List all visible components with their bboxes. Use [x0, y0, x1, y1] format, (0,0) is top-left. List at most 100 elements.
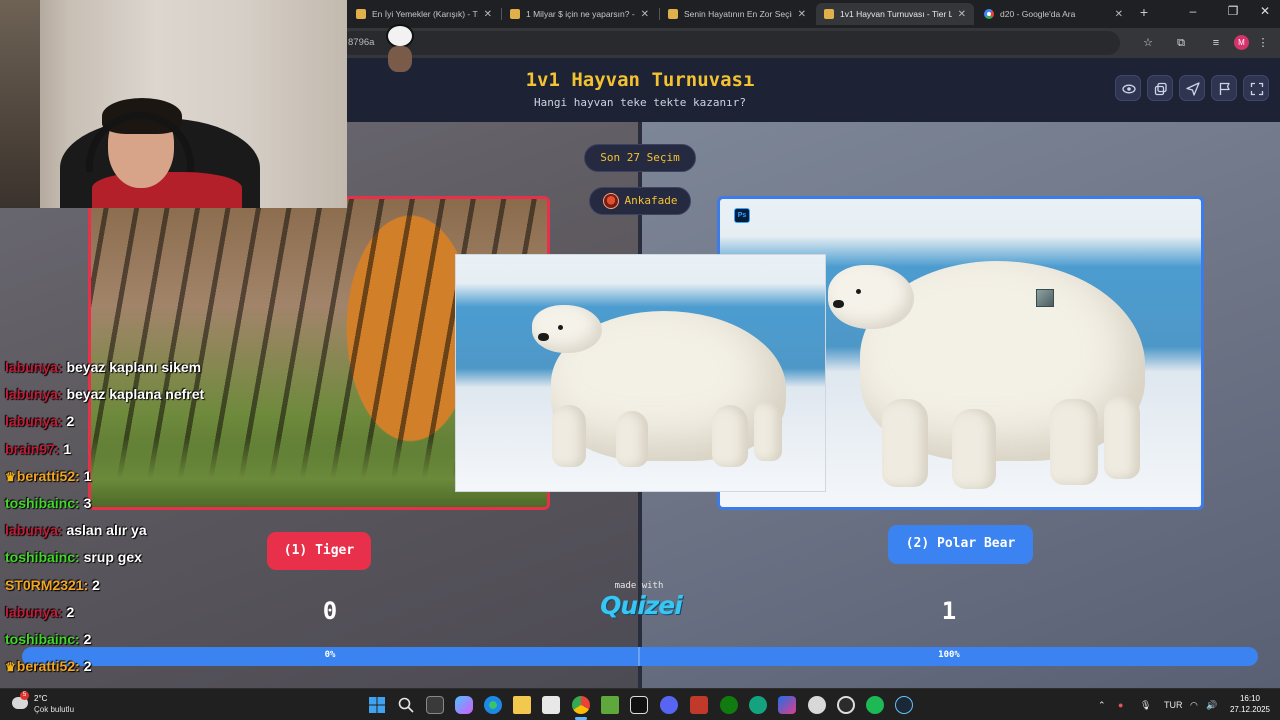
- system-clock[interactable]: 16:10 27.12.2025: [1222, 693, 1278, 715]
- view-button[interactable]: [1115, 75, 1141, 101]
- teams-icon[interactable]: [778, 696, 796, 714]
- chat-username[interactable]: toshibainc:: [5, 495, 80, 511]
- chat-username[interactable]: beratti52:: [17, 658, 80, 674]
- extensions-icon[interactable]: ⧉: [1172, 34, 1190, 52]
- copy-button[interactable]: [1147, 75, 1173, 101]
- bear-leg: [882, 399, 928, 487]
- last-choices-pill[interactable]: Son 27 Seçim: [584, 144, 696, 172]
- chat-username[interactable]: ST0RM2321:: [5, 577, 88, 593]
- chat-username[interactable]: brain97:: [5, 441, 59, 457]
- wifi-icon[interactable]: ◠: [1190, 696, 1198, 714]
- browser-tab-5[interactable]: d20 - Google'da Ara ✕: [976, 3, 1131, 25]
- spotify-icon[interactable]: [866, 696, 884, 714]
- user-pill[interactable]: Ankafade: [589, 187, 691, 215]
- bookmark-star-icon[interactable]: ☆: [1139, 34, 1157, 52]
- eye-icon: [1122, 84, 1136, 94]
- close-tab-icon[interactable]: ✕: [798, 9, 806, 20]
- close-tab-icon[interactable]: ✕: [1115, 9, 1123, 20]
- google-favicon-icon: [984, 9, 994, 19]
- tab-title: d20 - Google'da Ara: [1000, 9, 1076, 19]
- chat-text: beyaz kaplanı sikem: [66, 359, 202, 375]
- news-app-icon[interactable]: [690, 696, 708, 714]
- chat-message: brain97: 1: [5, 439, 345, 466]
- weather-widget[interactable]: 5 2°C Çok bulutlu: [12, 691, 82, 717]
- chat-username[interactable]: labunya:: [5, 359, 63, 375]
- chat-username[interactable]: labunya:: [5, 413, 63, 429]
- minecraft-icon[interactable]: [601, 696, 619, 714]
- browser-tab-active[interactable]: 1v1 Hayvan Turnuvası - Tier Lis ✕: [816, 3, 974, 25]
- bear-leg: [1104, 395, 1140, 479]
- new-tab-button[interactable]: +: [1136, 4, 1152, 20]
- browser-tab-2[interactable]: 1 Milyar $ için ne yaparsın? - Ti ✕: [502, 3, 657, 25]
- chat-text: srup gex: [83, 549, 142, 566]
- chat-username[interactable]: toshibainc:: [5, 549, 80, 565]
- chat-text: 2: [83, 658, 92, 675]
- fullscreen-icon: [1250, 82, 1264, 96]
- microphone-icon[interactable]: 🎙: [1140, 696, 1151, 714]
- volume-icon[interactable]: 🔊: [1206, 696, 1217, 714]
- tray-app-icon[interactable]: ●: [1118, 696, 1123, 714]
- fullscreen-button[interactable]: [1243, 75, 1269, 101]
- bear-eye: [856, 289, 861, 294]
- github-icon[interactable]: [808, 696, 826, 714]
- restore-window-icon[interactable]: ❐: [1218, 4, 1248, 18]
- discord-icon[interactable]: [660, 696, 678, 714]
- chat-message: toshibainc: 3: [5, 493, 345, 520]
- steam-icon[interactable]: [895, 696, 913, 714]
- profile-avatar[interactable]: M: [1234, 35, 1249, 50]
- chat-username[interactable]: labunya:: [5, 522, 63, 538]
- bear-leg: [952, 409, 996, 489]
- tab-title: En İyi Yemekler (Karışık) - Tier L: [372, 9, 478, 19]
- chat-message: ♛beratti52: 2: [5, 656, 345, 683]
- chat-username[interactable]: labunya:: [5, 386, 63, 402]
- chat-username[interactable]: labunya:: [5, 604, 63, 620]
- minimize-window-icon[interactable]: –: [1178, 4, 1208, 18]
- choose-polar-bear-button[interactable]: (2) Polar Bear: [888, 525, 1033, 564]
- progress-midline: [638, 647, 640, 666]
- close-window-icon[interactable]: ✕: [1250, 4, 1280, 18]
- tray-overflow-icon[interactable]: ⌃: [1098, 696, 1106, 714]
- report-button[interactable]: [1211, 75, 1237, 101]
- store-icon[interactable]: [542, 696, 560, 714]
- browser-tab-3[interactable]: Senin Hayatının En Zor Seçimi ✕: [660, 3, 814, 25]
- close-tab-icon[interactable]: ✕: [958, 9, 966, 20]
- chat-text: 2: [66, 603, 75, 620]
- copy-icon: [1154, 82, 1167, 96]
- tab-title: Senin Hayatının En Zor Seçimi: [684, 9, 792, 19]
- chat-text: 2: [83, 630, 92, 647]
- close-tab-icon[interactable]: ✕: [641, 9, 649, 20]
- copilot-icon[interactable]: [455, 696, 473, 714]
- chat-username[interactable]: beratti52:: [17, 468, 80, 484]
- bear-head: [532, 305, 602, 353]
- chat-text: 2: [92, 576, 100, 593]
- webcam-shirt: [92, 172, 242, 208]
- search-icon[interactable]: [397, 696, 415, 714]
- chatgpt-icon[interactable]: [749, 696, 767, 714]
- chat-text: aslan alır ya: [66, 522, 147, 539]
- task-view-icon[interactable]: [426, 696, 444, 714]
- address-bar[interactable]: 8796a: [340, 31, 1120, 55]
- close-tab-icon[interactable]: ✕: [484, 9, 492, 20]
- chat-username[interactable]: toshibainc:: [5, 631, 80, 647]
- chrome-icon[interactable]: [572, 696, 590, 714]
- edge-icon[interactable]: [484, 696, 502, 714]
- capcut-icon[interactable]: [630, 696, 648, 714]
- bear-nose: [833, 300, 844, 308]
- bear-leg: [552, 405, 586, 467]
- windows-start-icon[interactable]: [368, 696, 386, 714]
- browser-tab-1[interactable]: En İyi Yemekler (Karışık) - Tier L ✕: [348, 3, 500, 25]
- chat-message: labunya: beyaz kaplana nefret: [5, 384, 345, 411]
- file-explorer-icon[interactable]: [513, 696, 531, 714]
- quizei-logo[interactable]: Quizei: [596, 591, 686, 620]
- menu-kebab-icon[interactable]: ⋮: [1254, 34, 1272, 52]
- reading-list-icon[interactable]: ≡: [1207, 34, 1225, 52]
- share-button[interactable]: [1179, 75, 1205, 101]
- obs-icon[interactable]: [837, 696, 855, 714]
- xbox-icon[interactable]: [720, 696, 738, 714]
- chat-message: labunya: beyaz kaplanı sikem: [5, 357, 345, 384]
- chat-text: beyaz kaplana nefret: [66, 386, 205, 403]
- crown-badge-icon: ♛: [5, 660, 16, 675]
- language-indicator[interactable]: TUR: [1164, 696, 1183, 714]
- made-with-label: made with: [614, 581, 664, 591]
- image-preview-popup: [455, 254, 826, 492]
